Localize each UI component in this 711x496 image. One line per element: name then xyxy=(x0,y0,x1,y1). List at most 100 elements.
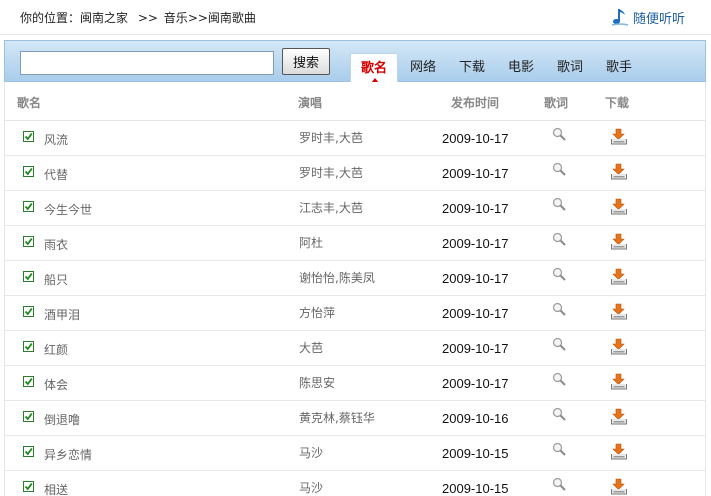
artist-link[interactable]: 方怡萍 xyxy=(299,304,335,321)
header-date: 发布时间 xyxy=(451,96,500,110)
breadcrumb-separator: >> xyxy=(137,11,158,25)
row-checkbox[interactable] xyxy=(23,446,34,457)
top-bar: 你的位置：闽南之家 >> 音乐>>闽南歌曲 随便听听 xyxy=(0,0,711,35)
tab-1[interactable]: 网络 xyxy=(399,53,447,83)
artist-link[interactable]: 谢怡怡,陈美凤 xyxy=(299,269,375,286)
random-listen-label: 随便听听 xyxy=(632,11,685,27)
song-title-link[interactable]: 异乡恋情 xyxy=(44,446,92,463)
row-checkbox[interactable] xyxy=(23,166,34,177)
lyrics-magnifier-icon[interactable] xyxy=(551,406,567,422)
breadcrumb: 你的位置：闽南之家 >> 音乐>>闽南歌曲 xyxy=(20,9,256,26)
song-title-link[interactable]: 雨衣 xyxy=(44,236,68,253)
breadcrumb-home-link[interactable]: 闽南之家 xyxy=(80,11,128,25)
artist-link[interactable]: 马沙 xyxy=(299,479,323,496)
download-icon[interactable] xyxy=(610,128,628,146)
table-row: 船只 谢怡怡,陈美凤 2009-10-17 xyxy=(5,260,705,296)
download-icon[interactable] xyxy=(610,268,628,286)
table-row: 相送 马沙 2009-10-15 xyxy=(5,470,705,496)
artist-link[interactable]: 罗时丰,大芭 xyxy=(299,129,363,146)
row-checkbox[interactable] xyxy=(23,306,34,317)
lyrics-magnifier-icon[interactable] xyxy=(551,126,567,142)
artist-link[interactable]: 江志丰,大芭 xyxy=(299,199,363,216)
song-title-link[interactable]: 今生今世 xyxy=(44,201,92,218)
download-icon[interactable] xyxy=(610,303,628,321)
tab-5[interactable]: 歌手 xyxy=(595,53,643,83)
download-icon[interactable] xyxy=(610,443,628,461)
song-title-link[interactable]: 相送 xyxy=(44,481,68,496)
checkmark-icon xyxy=(24,132,33,141)
download-icon[interactable] xyxy=(610,198,628,216)
header-song: 歌名 xyxy=(17,96,42,110)
download-icon[interactable] xyxy=(610,233,628,251)
release-date: 2009-10-17 xyxy=(442,376,509,391)
artist-link[interactable]: 陈思安 xyxy=(299,374,335,391)
header-artist: 演唱 xyxy=(298,96,323,110)
breadcrumb-section-link[interactable]: 音乐 xyxy=(164,11,188,25)
song-title-link[interactable]: 倒退噜 xyxy=(44,411,80,428)
table-row: 体会 陈思安 2009-10-17 xyxy=(5,365,705,401)
tab-2[interactable]: 下载 xyxy=(448,53,496,83)
search-type-tabs: 歌名 网络 下载 电影 歌词 歌手 xyxy=(350,53,644,83)
download-icon[interactable] xyxy=(610,338,628,356)
tab-4[interactable]: 歌词 xyxy=(546,53,594,83)
song-title-link[interactable]: 酒甲泪 xyxy=(44,306,80,323)
lyrics-magnifier-icon[interactable] xyxy=(551,336,567,352)
artist-link[interactable]: 大芭 xyxy=(299,339,323,356)
song-title-link[interactable]: 风流 xyxy=(44,131,68,148)
release-date: 2009-10-17 xyxy=(442,341,509,356)
release-date: 2009-10-15 xyxy=(442,481,509,496)
lyrics-magnifier-icon[interactable] xyxy=(551,266,567,282)
song-title-link[interactable]: 体会 xyxy=(44,376,68,393)
song-title-link[interactable]: 代替 xyxy=(44,166,68,183)
checkmark-icon xyxy=(24,202,33,211)
song-table: 歌名 演唱 发布时间 歌词 下载 风流 罗时丰,大芭 2009-10-17 代替 罗时丰… xyxy=(4,82,706,496)
download-icon[interactable] xyxy=(610,408,628,426)
download-icon[interactable] xyxy=(610,163,628,181)
song-title-link[interactable]: 船只 xyxy=(44,271,68,288)
song-title-link[interactable]: 红颜 xyxy=(44,341,68,358)
random-listen-link[interactable]: 随便听听 xyxy=(610,6,685,28)
download-icon[interactable] xyxy=(610,373,628,391)
release-date: 2009-10-15 xyxy=(442,446,509,461)
release-date: 2009-10-17 xyxy=(442,131,509,146)
artist-link[interactable]: 阿杜 xyxy=(299,234,323,251)
row-checkbox[interactable] xyxy=(23,131,34,142)
tab-0[interactable]: 歌名 xyxy=(350,53,398,83)
lyrics-magnifier-icon[interactable] xyxy=(551,476,567,492)
checkmark-icon xyxy=(24,377,33,386)
tab-3[interactable]: 电影 xyxy=(497,53,545,83)
artist-link[interactable]: 黄克林,蔡钰华 xyxy=(299,409,375,426)
checkmark-icon xyxy=(24,482,33,491)
lyrics-magnifier-icon[interactable] xyxy=(551,161,567,177)
checkmark-icon xyxy=(24,167,33,176)
table-row: 异乡恋情 马沙 2009-10-15 xyxy=(5,435,705,471)
lyrics-magnifier-icon[interactable] xyxy=(551,231,567,247)
row-checkbox[interactable] xyxy=(23,341,34,352)
breadcrumb-current: 闽南歌曲 xyxy=(207,11,256,25)
row-checkbox[interactable] xyxy=(23,411,34,422)
row-checkbox[interactable] xyxy=(23,236,34,247)
lyrics-magnifier-icon[interactable] xyxy=(551,371,567,387)
search-input[interactable] xyxy=(20,51,274,75)
checkmark-icon xyxy=(24,307,33,316)
table-row: 红颜 大芭 2009-10-17 xyxy=(5,330,705,366)
table-row: 今生今世 江志丰,大芭 2009-10-17 xyxy=(5,190,705,226)
header-download: 下载 xyxy=(605,96,630,110)
breadcrumb-separator: >> xyxy=(187,11,208,25)
row-checkbox[interactable] xyxy=(23,376,34,387)
row-checkbox[interactable] xyxy=(23,271,34,282)
checkmark-icon xyxy=(24,237,33,246)
checkmark-icon xyxy=(24,412,33,421)
search-button[interactable]: 搜索 xyxy=(282,48,330,75)
artist-link[interactable]: 马沙 xyxy=(299,444,323,461)
header-lyrics: 歌词 xyxy=(544,96,569,110)
artist-link[interactable]: 罗时丰,大芭 xyxy=(299,164,363,181)
download-icon[interactable] xyxy=(610,478,628,496)
row-checkbox[interactable] xyxy=(23,201,34,212)
lyrics-magnifier-icon[interactable] xyxy=(551,301,567,317)
lyrics-magnifier-icon[interactable] xyxy=(551,196,567,212)
lyrics-magnifier-icon[interactable] xyxy=(551,441,567,457)
checkmark-icon xyxy=(24,342,33,351)
search-bar: 搜索 歌名 网络 下载 电影 歌词 歌手 xyxy=(4,40,706,83)
row-checkbox[interactable] xyxy=(23,481,34,492)
